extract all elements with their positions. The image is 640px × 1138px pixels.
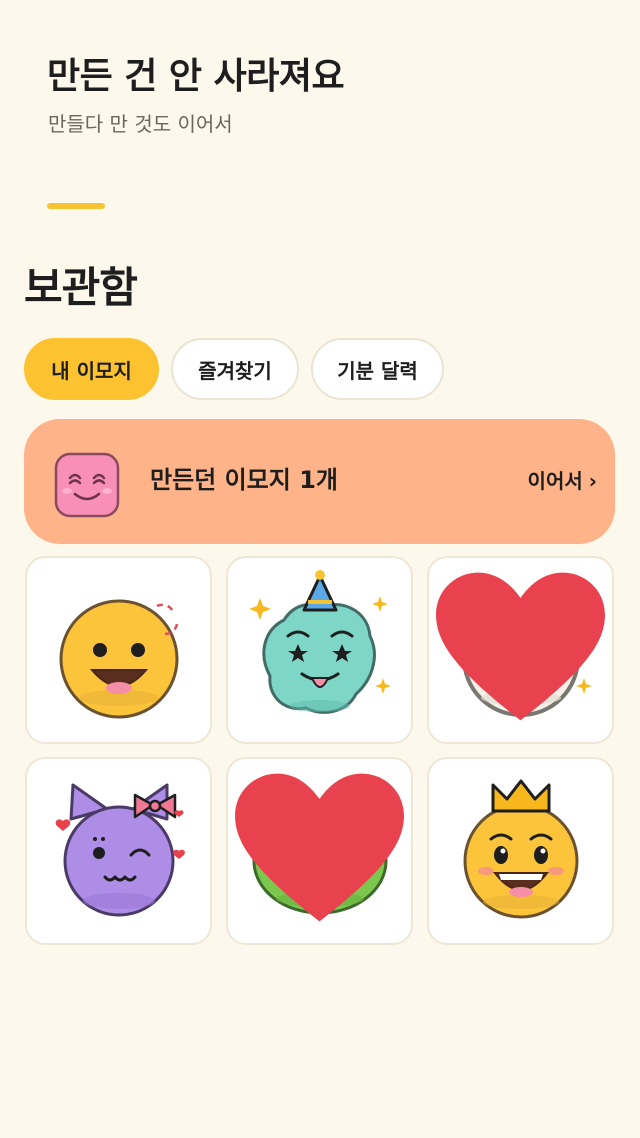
- tab-bar: 내 이모지 즐겨찾기 기분 달력: [24, 338, 444, 400]
- emoji-grid: [25, 556, 614, 945]
- emoji-tile-white-surprised[interactable]: [427, 556, 614, 744]
- tab-my-emoji[interactable]: 내 이모지: [24, 338, 159, 400]
- accent-divider: [47, 203, 105, 209]
- draft-label: 만든던 이모지 1개: [150, 466, 338, 494]
- yellow-crown-emoji: [463, 779, 579, 919]
- resume-button[interactable]: 이어서 ›: [528, 467, 597, 495]
- section-title: 보관함: [24, 263, 138, 312]
- tab-favorites[interactable]: 즐겨찾기: [171, 338, 299, 400]
- hero-subtitle: 만들다 만 것도 이어서: [48, 112, 233, 136]
- heart-icon[interactable]: [228, 759, 411, 943]
- tab-mood-calendar[interactable]: 기분 달력: [311, 338, 444, 400]
- chevron-right-icon: ›: [588, 469, 597, 493]
- yellow-blush-smile-emoji: [59, 599, 179, 719]
- emoji-tile-green-sunglasses[interactable]: [226, 757, 413, 945]
- resume-label: 이어서: [527, 469, 583, 493]
- emoji-tile-purple-cat[interactable]: [25, 757, 212, 945]
- teal-party-star-eyes-emoji: [249, 570, 391, 714]
- pink-smile-emoji-icon: [54, 452, 120, 518]
- emoji-tile-yellow-crown[interactable]: [427, 757, 614, 945]
- purple-cat-wink-emoji: [55, 783, 185, 917]
- draft-card[interactable]: 만든던 이모지 1개 이어서 ›: [24, 419, 615, 544]
- emoji-tile-teal-party[interactable]: [226, 556, 413, 744]
- emoji-tile-yellow-smile[interactable]: [25, 556, 212, 744]
- heart-icon[interactable]: [429, 558, 612, 742]
- hero-title: 만든 건 안 사라져요: [47, 56, 345, 97]
